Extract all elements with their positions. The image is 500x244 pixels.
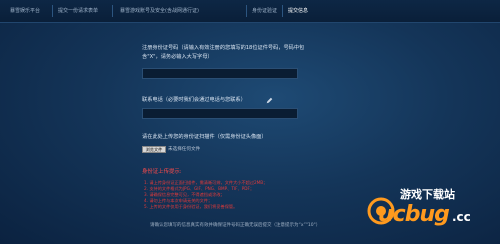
breadcrumb-item-category[interactable]: 暴雪游戏账号及安全(含战网通行证) bbox=[120, 6, 242, 16]
breadcrumb-separator bbox=[246, 5, 247, 17]
upload-requirements-title: 身份证上传提示: bbox=[142, 169, 182, 175]
browse-file-button[interactable]: 浏览文件 bbox=[142, 146, 166, 153]
edit-pen-icon bbox=[266, 97, 273, 104]
breadcrumb-item-home[interactable]: 暴雪娱乐平台 bbox=[10, 6, 48, 16]
requirement-line: 5. 上传的文件仅用于身份验证，我们将妥善保管。 bbox=[144, 204, 238, 209]
id-number-input[interactable] bbox=[142, 68, 298, 79]
breadcrumb-item-current: 提交信息 bbox=[288, 8, 309, 14]
id-number-label-line2: 含"X"，请务必输入大写字母） bbox=[142, 54, 213, 60]
watermark-brand: ucbug bbox=[378, 202, 450, 227]
phone-input[interactable] bbox=[142, 108, 298, 119]
watermark-domain: .cc bbox=[452, 210, 471, 224]
breadcrumb: 暴雪娱乐平台 提交一份请求表单 暴雪游戏账号及安全(含战网通行证) 身份证验证 … bbox=[0, 0, 500, 23]
footer-note: 请确认您填写的信息真实有效并确保证件号码正确无误后提交（注意提示为“x”"10"… bbox=[150, 223, 321, 228]
breadcrumb-item-request[interactable]: 提交一份请求表单 bbox=[58, 6, 108, 16]
watermark-top-text: 游戏下载站 bbox=[400, 188, 455, 201]
breadcrumb-separator bbox=[112, 5, 113, 17]
breadcrumb-separator bbox=[282, 5, 283, 17]
breadcrumb-separator bbox=[52, 5, 53, 17]
file-status-text: 未选择任何文件 bbox=[168, 147, 201, 152]
upload-label: 请在此处上传您的身份证扫描件（仅需身份证头像面） bbox=[142, 134, 267, 140]
breadcrumb-item-id-verify[interactable]: 身份证验证 bbox=[252, 6, 278, 16]
id-number-label-line1: 注册身份证号码（请输入有效注册的您填写的18位证件号码，号码中包 bbox=[142, 45, 305, 51]
phone-label: 联系电话（必要时我们会通过电话与您联系） bbox=[142, 97, 246, 103]
